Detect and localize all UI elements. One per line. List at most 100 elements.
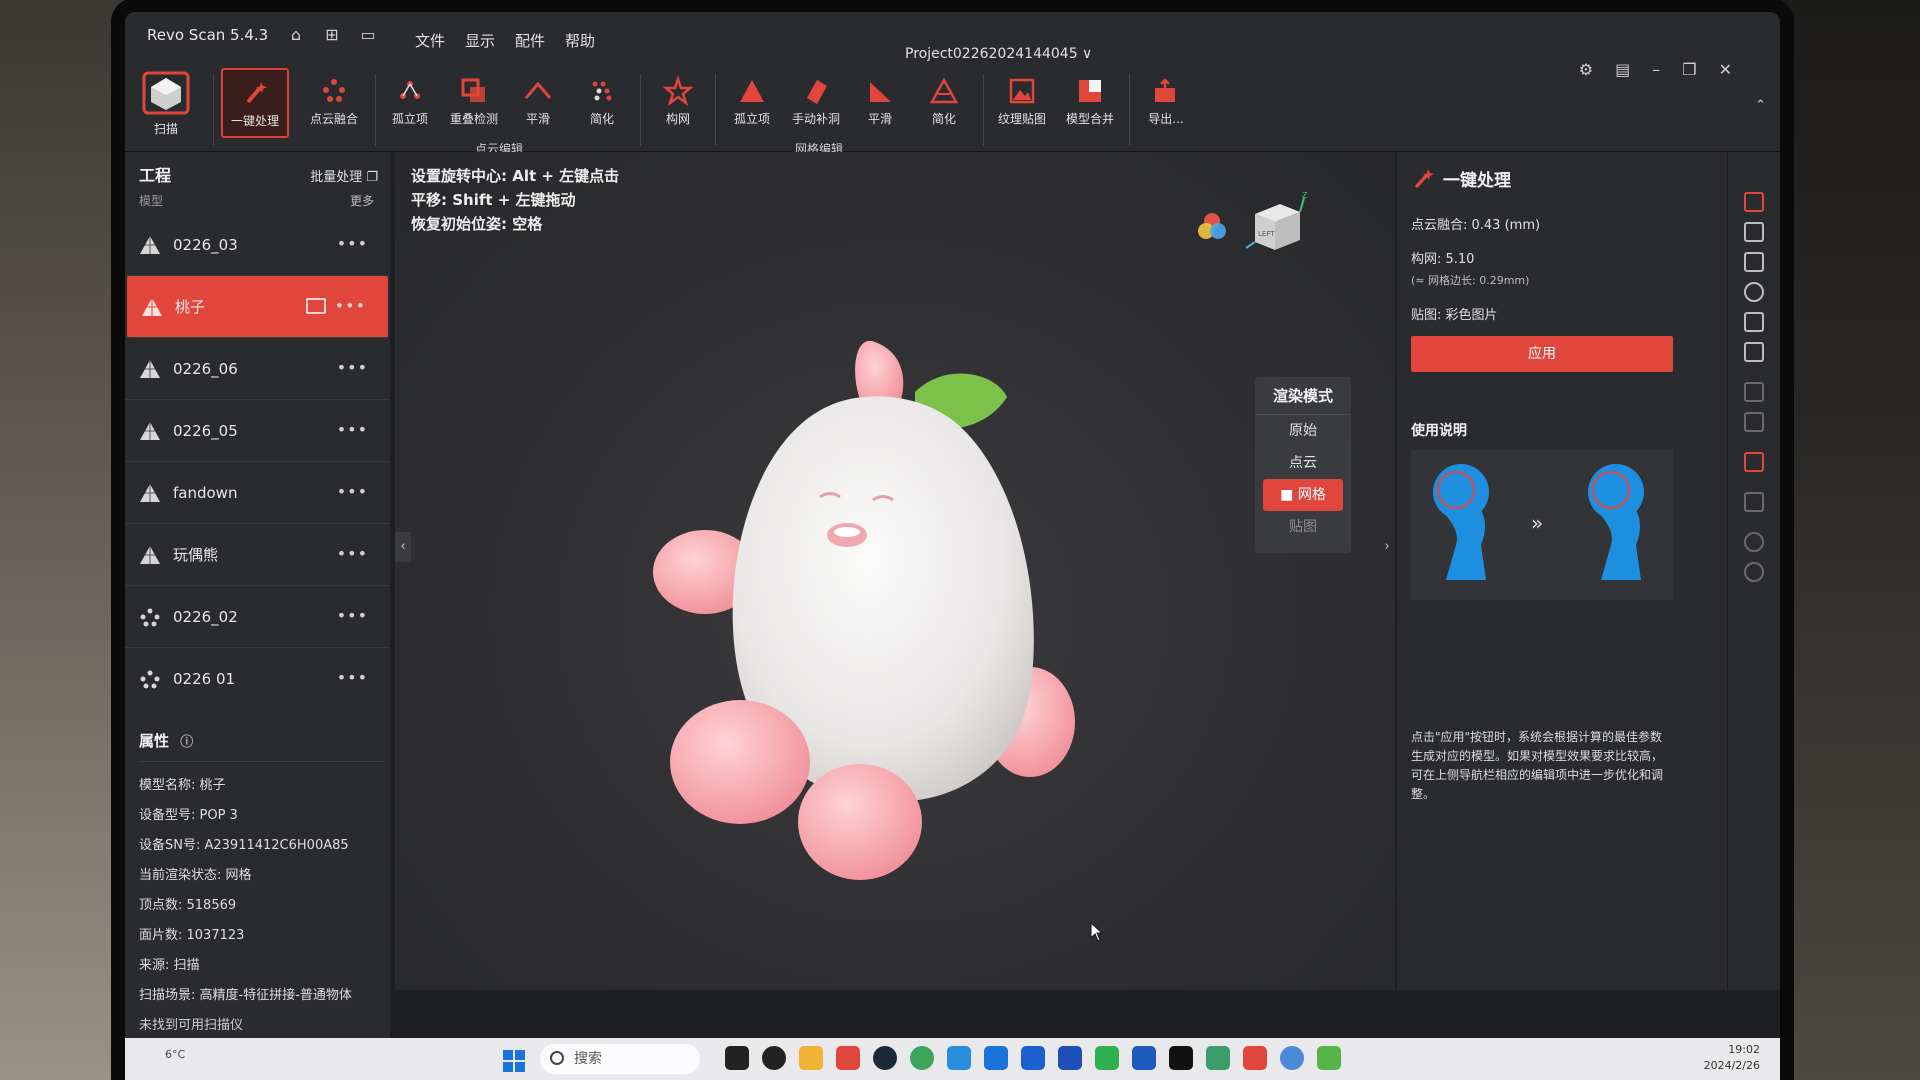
lasso-icon[interactable] [1744, 282, 1764, 302]
list-item[interactable]: 0226_06 ••• [125, 338, 390, 400]
list-item[interactable]: 0226 01 ••• [125, 648, 390, 710]
more-icon[interactable]: ••• [337, 234, 368, 253]
mesh-smooth-button[interactable]: 平滑 [849, 68, 911, 138]
project-selector[interactable]: Project0226202414404​5 ∨ [905, 46, 1092, 62]
list-item[interactable]: 玩偶熊 ••• [125, 524, 390, 586]
simplify-mesh-icon [929, 77, 959, 104]
more-icon[interactable]: ••• [337, 544, 368, 563]
collapse-ribbon-icon[interactable]: ⌃ [1755, 98, 1766, 113]
more-icon[interactable]: ••• [337, 668, 368, 687]
chrome-icon[interactable] [1280, 1046, 1304, 1070]
point-fusion-button[interactable]: 点云融合 [303, 68, 365, 138]
mesh-isolated-button[interactable]: 孤立项 [721, 68, 783, 138]
model-name: 0226_06 [173, 359, 238, 378]
collapse-left-icon[interactable]: ‹ [395, 532, 411, 562]
delete-selection-icon[interactable] [1744, 452, 1764, 472]
more-icon[interactable]: ••• [337, 482, 368, 501]
render-mode-mesh[interactable]: ■ 网格 [1263, 479, 1343, 511]
undo-icon[interactable] [1744, 532, 1764, 552]
windows-start-icon[interactable] [503, 1050, 525, 1072]
3d-viewport[interactable]: 设置旋转中心: Alt + 左键点击 平移: Shift + 左键拖动 恢复初始… [395, 152, 1395, 990]
os-taskbar: 6°C 搜索 19:02 2024/2/26 [125, 1038, 1780, 1080]
list-item[interactable]: 0226_05 ••• [125, 400, 390, 462]
color-palette-icon[interactable] [1195, 210, 1229, 244]
tool-label: 平滑 [525, 112, 550, 126]
chrome-icon[interactable] [910, 1046, 934, 1070]
paste-icon[interactable] [1744, 412, 1764, 432]
more-icon[interactable]: ••• [337, 420, 368, 439]
pc-smooth-button[interactable]: 平滑 [507, 68, 569, 138]
more-icon[interactable]: ••• [337, 606, 368, 625]
more-button[interactable]: 更多 [350, 192, 374, 209]
home-icon[interactable]: ⌂ [285, 24, 307, 46]
more-icon[interactable]: ••• [337, 358, 368, 377]
pc-simplify-button[interactable]: 简化 [571, 68, 633, 138]
system-tray[interactable]: 19:02 2024/2/26 [1704, 1042, 1760, 1074]
app-icon[interactable] [1206, 1046, 1230, 1070]
scan-button[interactable]: 扫描 [131, 68, 201, 138]
edge-icon[interactable] [984, 1046, 1008, 1070]
new-project-icon[interactable]: ⊞ [321, 24, 343, 46]
app-icon[interactable] [1317, 1046, 1341, 1070]
render-mode-pointcloud[interactable]: 点云 [1263, 447, 1343, 479]
tool-label: 点云融合 [309, 112, 358, 126]
list-item[interactable]: 0226_03 ••• [125, 214, 390, 276]
app-icon[interactable] [947, 1046, 971, 1070]
word-icon[interactable] [1132, 1046, 1156, 1070]
app-icon[interactable] [1169, 1046, 1193, 1070]
app-icon[interactable] [1021, 1046, 1045, 1070]
smooth-mesh-icon [870, 82, 891, 102]
menu-help[interactable]: 帮助 [565, 30, 595, 51]
render-mode-texture[interactable]: 贴图 [1263, 511, 1343, 543]
app-icon[interactable] [762, 1046, 786, 1070]
list-item[interactable]: fandown ••• [125, 462, 390, 524]
open-folder-icon[interactable]: ▭ [357, 24, 379, 46]
steam-icon[interactable] [873, 1046, 897, 1070]
taskbar-search[interactable]: 搜索 [540, 1044, 700, 1074]
rect-select-icon[interactable] [1744, 222, 1764, 242]
texture-map-button[interactable]: 纹理贴图 [991, 68, 1053, 138]
orientation-cube-icon[interactable]: LEFT Z [1240, 192, 1310, 262]
menu-bar: 文件 显示 配件 帮助 [415, 30, 595, 51]
copy-icon[interactable] [1744, 382, 1764, 402]
render-mode-original[interactable]: 原始 [1263, 415, 1343, 447]
mesh-model-icon [140, 483, 160, 502]
app-icon[interactable] [1095, 1046, 1119, 1070]
app-icon[interactable] [1058, 1046, 1082, 1070]
cursor-app-icon[interactable] [836, 1046, 860, 1070]
export-button[interactable]: 导出... [1135, 68, 1197, 138]
clear-icon[interactable] [1744, 492, 1764, 512]
redo-icon[interactable] [1744, 562, 1764, 582]
peach-plush-model[interactable] [635, 322, 1155, 902]
folder-icon[interactable] [799, 1046, 823, 1070]
clock-time: 19:02 [1728, 1043, 1760, 1056]
manual-fill-button[interactable]: 手动补洞 [785, 68, 847, 138]
weather-widget[interactable]: 6°C [165, 1048, 185, 1061]
invert-select-icon[interactable] [1744, 342, 1764, 362]
collapse-right-icon[interactable]: › [1379, 532, 1395, 562]
quick-actions: ⌂ ⊞ ▭ [285, 24, 379, 46]
one-click-process-button[interactable]: 一键处理 [221, 68, 289, 138]
mesh-build-button[interactable]: 构网 [647, 68, 709, 138]
mesh-simplify-button[interactable]: 简化 [913, 68, 975, 138]
model-name: 0226_03 [173, 235, 238, 254]
revo-scan-taskbar-icon[interactable] [1243, 1046, 1267, 1070]
menu-accessories[interactable]: 配件 [515, 30, 545, 51]
menu-file[interactable]: 文件 [415, 30, 445, 51]
list-item[interactable]: 桃子 ••• [127, 276, 388, 338]
batch-process-button[interactable]: 批量处理 ❐ [310, 166, 378, 185]
info-icon[interactable]: ⓘ [180, 735, 193, 750]
select-tool-icon[interactable] [1744, 192, 1764, 212]
app-icon[interactable] [725, 1046, 749, 1070]
video-icon[interactable] [306, 298, 326, 314]
list-item[interactable]: 0226_02 ••• [125, 586, 390, 648]
point-cloud-model-icon [140, 608, 160, 626]
menu-view[interactable]: 显示 [465, 30, 495, 51]
pc-isolated-button[interactable]: 孤立项 [379, 68, 441, 138]
overlap-detect-button[interactable]: 重叠检测 [443, 68, 505, 138]
model-merge-button[interactable]: 模型合并 [1059, 68, 1121, 138]
brush-icon[interactable] [1744, 312, 1764, 332]
apply-button[interactable]: 应用 [1411, 336, 1673, 372]
polygon-select-icon[interactable] [1744, 252, 1764, 272]
more-icon[interactable]: ••• [335, 296, 366, 315]
